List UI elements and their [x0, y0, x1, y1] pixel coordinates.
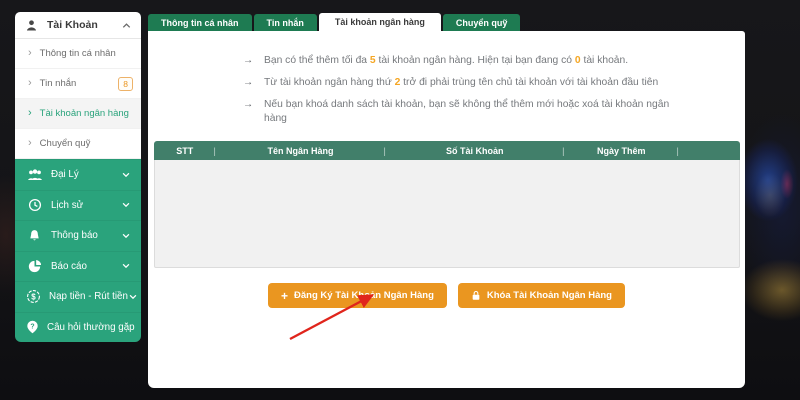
- svg-text:?: ?: [30, 324, 34, 331]
- arrow-right-icon: →: [243, 98, 264, 126]
- sidebar: Tài Khoản › Thông tin cá nhân › Tin nhắn…: [15, 12, 141, 342]
- arrow-right-icon: →: [243, 76, 264, 90]
- table-header-row: STT | Tên Ngân Hàng | Số Tài Khoản | Ngà…: [154, 141, 740, 160]
- tab-fund-transfer[interactable]: Chuyển quỹ: [443, 14, 521, 32]
- bank-accounts-panel: → Bạn có thể thêm tối đa 5 tài khoản ngâ…: [148, 31, 745, 388]
- sidebar-item-fund-transfer[interactable]: › Chuyển quỹ: [15, 129, 141, 159]
- menu-item-label: Lịch sử: [51, 200, 83, 211]
- bank-accounts-table: STT | Tên Ngân Hàng | Số Tài Khoản | Ngà…: [154, 141, 740, 268]
- chevron-right-icon: ›: [28, 108, 32, 119]
- pie-chart-icon: [26, 260, 43, 273]
- tab-messages[interactable]: Tin nhắn: [254, 14, 317, 32]
- sidebar-account-header[interactable]: Tài Khoản: [15, 12, 141, 39]
- plus-icon: +: [281, 290, 288, 302]
- sidebar-item-deposit-withdraw[interactable]: $ Nạp tiền - Rút tiền: [15, 281, 141, 312]
- sidebar-item-faq[interactable]: ? Câu hỏi thường gặp: [15, 312, 141, 343]
- tab-bar: Thông tin cá nhân Tin nhắn Tài khoản ngâ…: [148, 13, 520, 32]
- chevron-down-icon: [121, 232, 131, 240]
- sidebar-account-section: Tài Khoản › Thông tin cá nhân › Tin nhắn…: [15, 12, 141, 159]
- history-icon: [26, 198, 43, 212]
- chevron-down-icon: [121, 171, 131, 179]
- sidebar-item-history[interactable]: Lịch sử: [15, 190, 141, 221]
- menu-item-label: Câu hỏi thường gặp: [47, 322, 135, 333]
- sidebar-item-label: Tài khoản ngân hàng: [40, 108, 129, 119]
- notes-list: → Bạn có thể thêm tối đa 5 tài khoản ngâ…: [243, 54, 671, 134]
- table-header-account-number: Số Tài Khoản: [385, 146, 564, 156]
- menu-item-label: Nạp tiền - Rút tiền: [49, 291, 128, 302]
- sidebar-item-label: Tin nhắn: [40, 78, 77, 89]
- sidebar-item-label: Chuyển quỹ: [40, 138, 91, 149]
- table-header-bank-name: Tên Ngân Hàng: [216, 146, 386, 156]
- question-icon: ?: [26, 320, 39, 334]
- lock-bank-account-button[interactable]: Khóa Tài Khoản Ngân Hàng: [458, 283, 625, 308]
- chevron-right-icon: ›: [28, 48, 32, 59]
- menu-item-label: Báo cáo: [51, 261, 87, 272]
- sidebar-item-notifications[interactable]: Thông báo: [15, 220, 141, 251]
- sidebar-menu: Đại Lý Lịch sử Thông báo: [15, 159, 141, 342]
- sidebar-item-messages[interactable]: › Tin nhắn 8: [15, 69, 141, 99]
- arrow-right-icon: →: [243, 54, 264, 68]
- sidebar-item-bank-accounts[interactable]: › Tài khoản ngân hàng: [15, 99, 141, 129]
- chevron-up-icon: [121, 21, 132, 30]
- chevron-right-icon: ›: [28, 78, 32, 89]
- sidebar-item-reports[interactable]: Báo cáo: [15, 251, 141, 282]
- user-icon: [25, 19, 38, 32]
- sidebar-item-personal-info[interactable]: › Thông tin cá nhân: [15, 39, 141, 69]
- screen: Tài Khoản › Thông tin cá nhân › Tin nhắn…: [0, 0, 800, 400]
- sidebar-item-agency[interactable]: Đại Lý: [15, 159, 141, 190]
- sidebar-item-label: Thông tin cá nhân: [40, 48, 116, 59]
- dollar-icon: $: [26, 289, 41, 304]
- chevron-down-icon: [121, 201, 131, 209]
- note-matching-name: → Từ tài khoản ngân hàng thứ 2 trở đi ph…: [243, 76, 671, 90]
- sidebar-account-label: Tài Khoản: [47, 19, 98, 31]
- svg-text:$: $: [31, 293, 36, 302]
- menu-item-label: Thông báo: [51, 230, 98, 241]
- chevron-right-icon: ›: [28, 138, 32, 149]
- messages-count-badge: 8: [118, 77, 133, 91]
- lock-icon: [471, 290, 481, 301]
- note-max-accounts: → Bạn có thể thêm tối đa 5 tài khoản ngâ…: [243, 54, 671, 68]
- table-header-stt: STT: [154, 146, 216, 156]
- action-buttons: + Đăng Ký Tài Khoản Ngân Hàng Khóa Tài K…: [148, 283, 745, 308]
- tab-bank-accounts[interactable]: Tài khoản ngân hàng: [319, 13, 441, 32]
- register-bank-account-button[interactable]: + Đăng Ký Tài Khoản Ngân Hàng: [268, 283, 447, 308]
- table-header-date-added: Ngày Thêm: [564, 146, 678, 156]
- menu-item-label: Đại Lý: [51, 169, 79, 180]
- table-empty-body: [154, 160, 740, 268]
- users-icon: [26, 169, 43, 181]
- note-lock-warning: → Nếu bạn khoá danh sách tài khoản, bạn …: [243, 98, 671, 126]
- tab-personal-info[interactable]: Thông tin cá nhân: [148, 14, 252, 32]
- chevron-down-icon: [121, 262, 131, 270]
- chevron-down-icon: [128, 293, 138, 301]
- bell-icon: [26, 229, 43, 243]
